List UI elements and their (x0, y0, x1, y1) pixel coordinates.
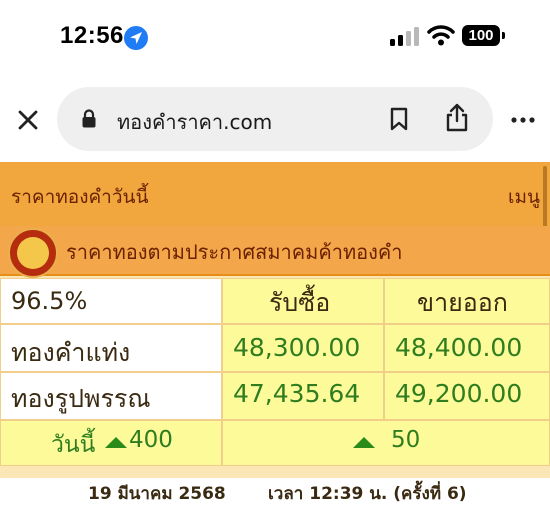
purity-cell: 96.5% (0, 278, 222, 324)
association-bar: ราคาทองตามประกาศสมาคมค้าทองคำ (0, 226, 550, 278)
bookmark-icon[interactable] (389, 107, 409, 135)
table-row: ทองคำแท่ง 48,300.00 48,400.00 (0, 324, 550, 372)
cellular-signal-icon (390, 26, 420, 46)
buy-header-cell: รับซื้อ (222, 278, 384, 324)
status-time: 12:56 (60, 22, 124, 49)
close-icon[interactable] (14, 106, 42, 134)
share-icon[interactable] (444, 103, 470, 137)
menu-link[interactable]: เมนู (508, 182, 540, 212)
sell-price-cell: 48,400.00 (384, 324, 550, 372)
purity-label: 96.5% (11, 287, 88, 315)
today-change-value: 400 (129, 427, 173, 453)
sell-price-cell: 49,200.00 (384, 372, 550, 420)
change-amount-value: 50 (391, 427, 421, 453)
status-bar: 12:56 100 (0, 0, 550, 78)
page-title: ราคาทองคำวันนี้ (11, 186, 149, 208)
table-row: ทองรูปพรรณ 47,435.64 49,200.00 (0, 372, 550, 420)
today-label: วันนี้ (51, 432, 96, 458)
wifi-icon (427, 24, 455, 50)
up-arrow-icon (105, 437, 127, 448)
sell-header: ขายออก (417, 288, 508, 317)
sell-header-cell: ขายออก (384, 278, 550, 324)
url-text: ทองคำราคา.com (117, 110, 273, 134)
up-arrow-icon (353, 437, 375, 448)
ornament-label: ทองรูปพรรณ (11, 384, 151, 413)
gold-bar-sell-price: 48,400.00 (395, 333, 523, 362)
buy-price-cell: 47,435.64 (222, 372, 384, 420)
buy-header: รับซื้อ (269, 288, 331, 317)
change-amount-cell: 50 (222, 420, 550, 466)
row-label-cell: ทองรูปพรรณ (0, 372, 222, 420)
update-date: 19 มีนาคม 2568 (88, 484, 226, 504)
title-bar: ราคาทองคำวันนี้ เมนู (0, 172, 550, 216)
lock-icon (81, 109, 97, 133)
browser-toolbar: ทองคำราคา.com (0, 78, 550, 162)
address-bar[interactable]: ทองคำราคา.com (57, 87, 493, 151)
ornament-sell-price: 49,200.00 (395, 379, 523, 408)
ornament-buy-price: 47,435.64 (233, 379, 361, 408)
gold-bar-buy-price: 48,300.00 (233, 333, 361, 362)
gold-bar-label: ทองคำแท่ง (11, 338, 131, 367)
today-change-cell: วันนี้ 400 (0, 420, 222, 466)
location-arrow-icon (124, 26, 148, 50)
web-page: ราคาทองคำวันนี้ เมนู ราคาทองตามประกาศสมา… (0, 162, 550, 514)
change-row: วันนี้ 400 50 (0, 420, 550, 466)
battery-icon: 100 (462, 25, 500, 46)
update-time: เวลา 12:39 น. (ครั้งที่ 6) (268, 484, 467, 504)
buy-price-cell: 48,300.00 (222, 324, 384, 372)
row-label-cell: ทองคำแท่ง (0, 324, 222, 372)
table-header-row: 96.5% รับซื้อ ขายออก (0, 278, 550, 324)
association-title: ราคาทองตามประกาศสมาคมค้าทองคำ (66, 240, 403, 264)
more-icon[interactable] (511, 116, 535, 125)
gold-association-logo (8, 228, 58, 278)
battery-cap (502, 32, 505, 39)
